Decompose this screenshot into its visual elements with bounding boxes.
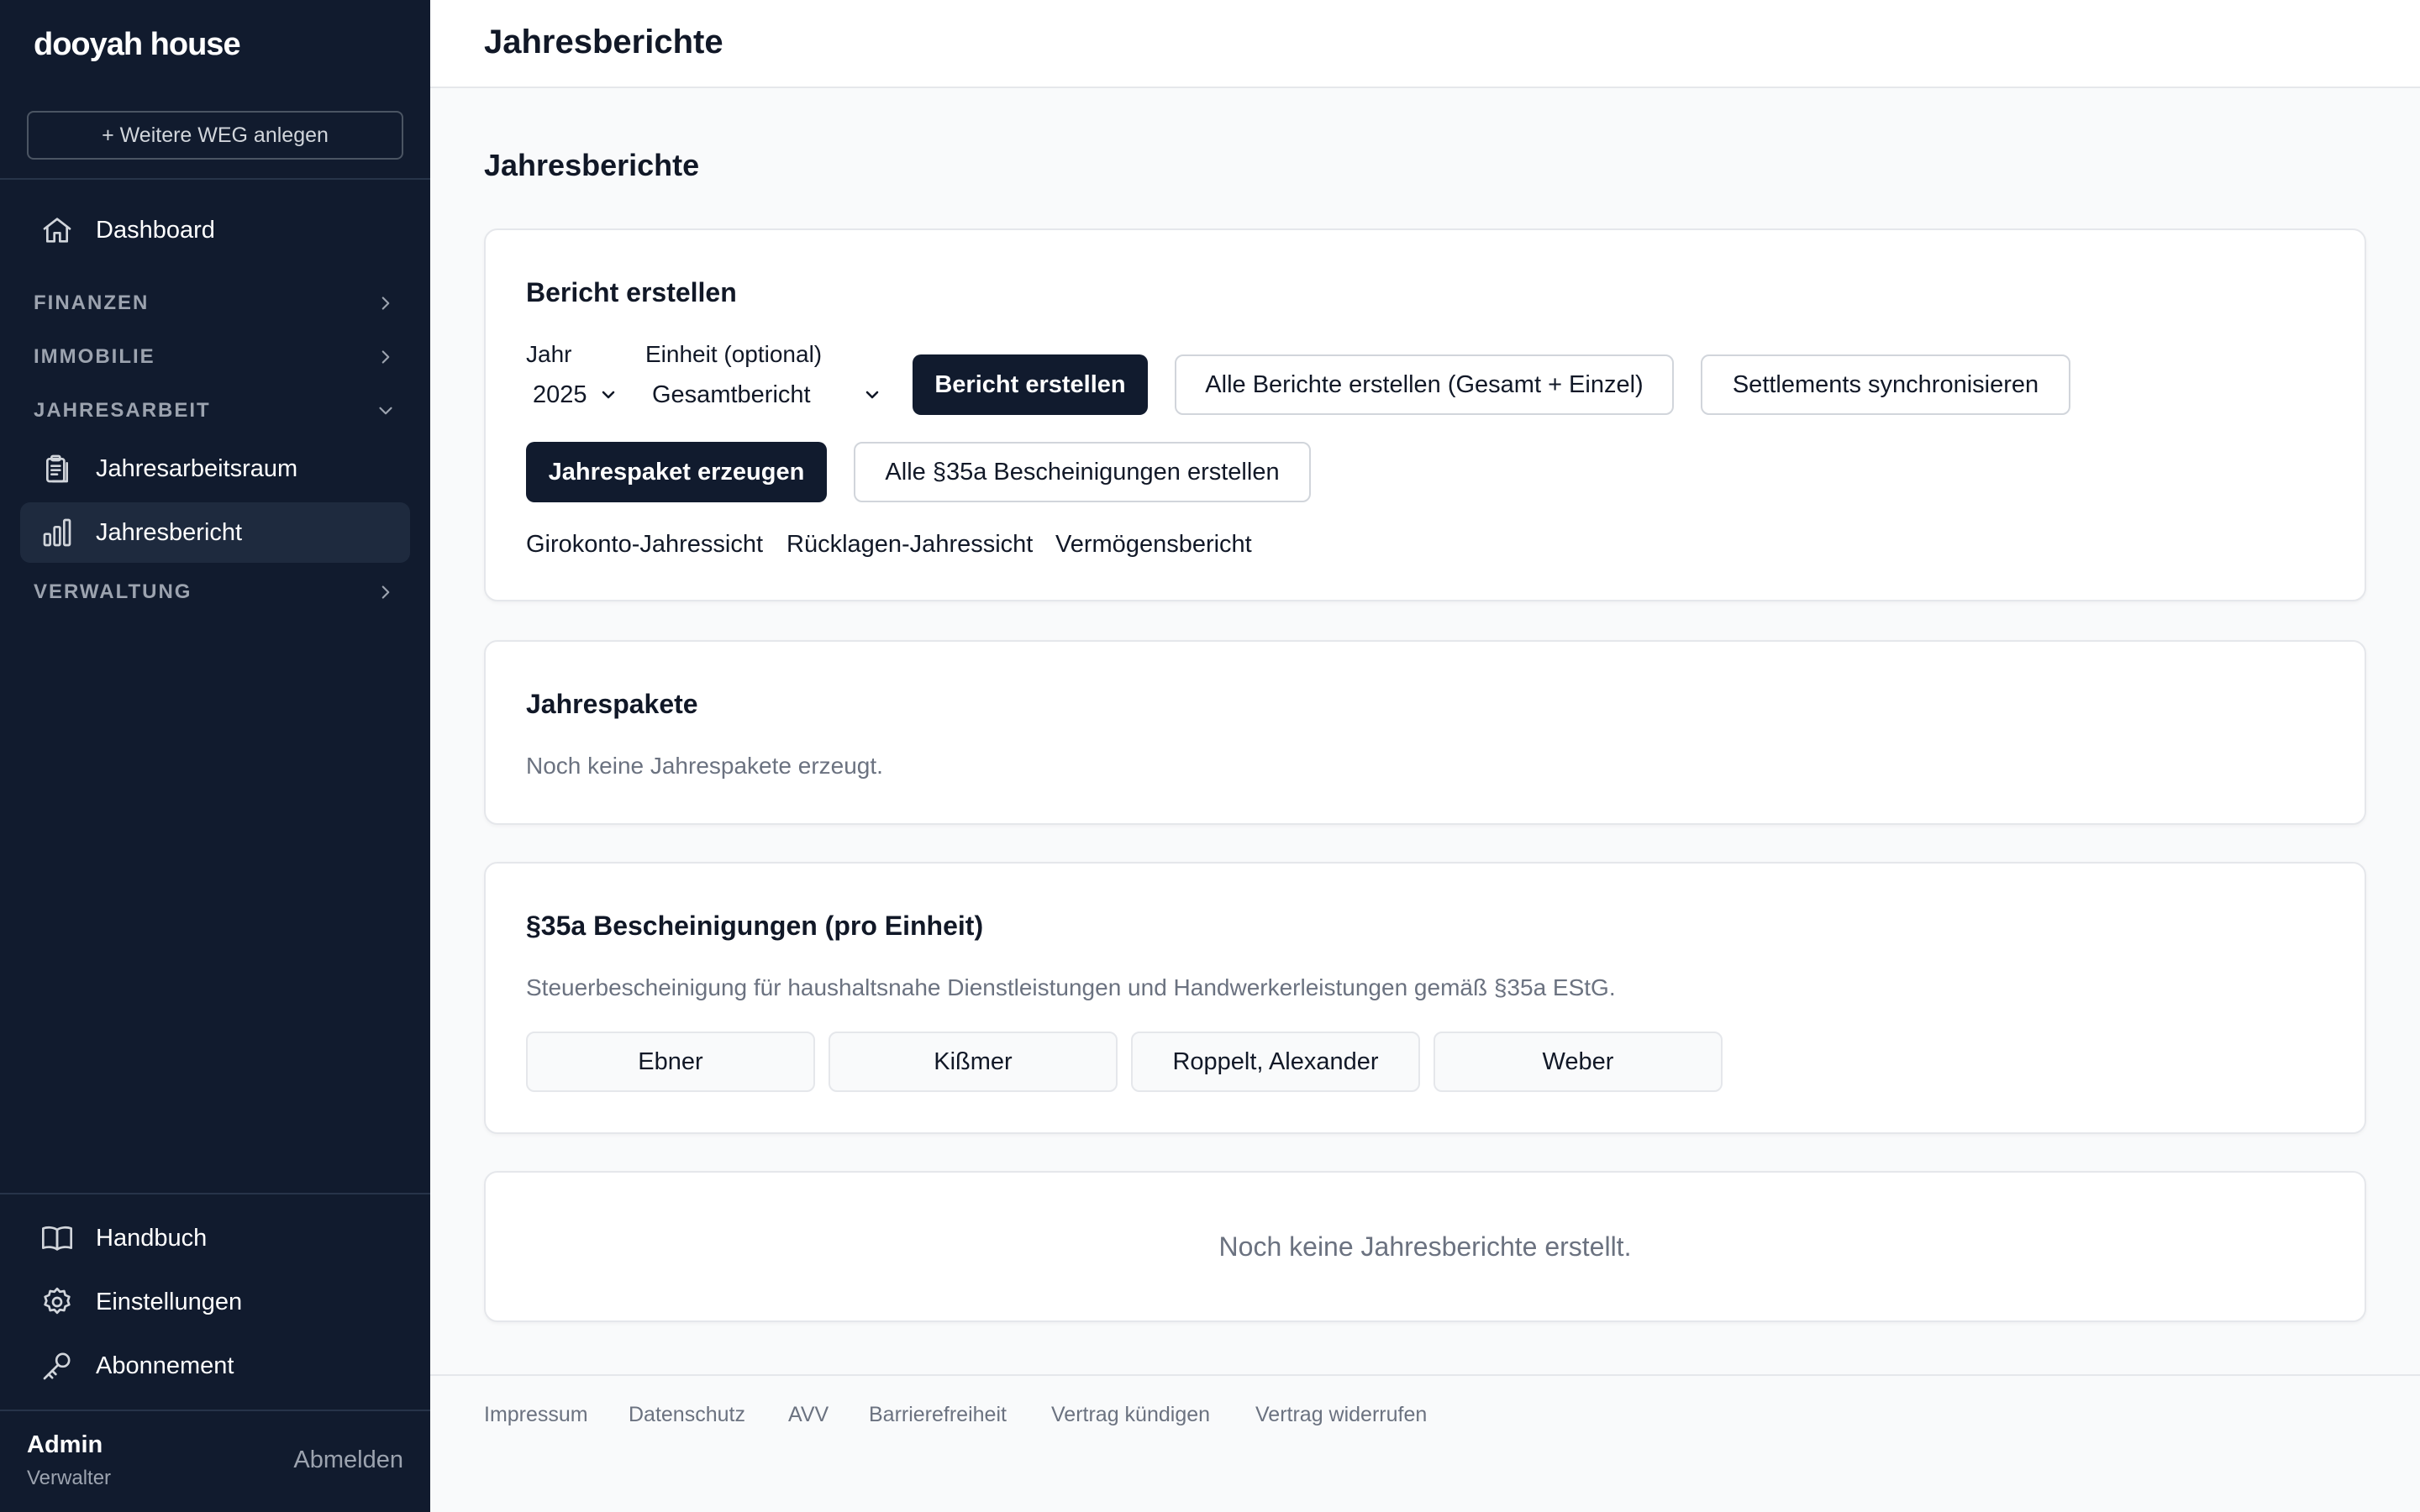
footer-link-vertrag-widerrufen[interactable]: Vertrag widerrufen xyxy=(1255,1403,1427,1427)
sidebar-item-label: Dashboard xyxy=(96,216,215,244)
brand-logo[interactable]: dooyah house xyxy=(34,27,241,63)
sidebar-section-finanzen[interactable]: FINANZEN xyxy=(34,286,397,320)
year-select[interactable]: 2025 xyxy=(526,378,623,412)
user-role: Verwalter xyxy=(27,1467,112,1489)
unit-certificate-button-roppelt[interactable]: Roppelt, Alexander xyxy=(1131,1032,1420,1092)
card-title: Jahrespakete xyxy=(526,689,698,719)
sidebar-section-immobilie[interactable]: IMMOBILIE xyxy=(34,340,397,374)
topbar-title: Jahresberichte xyxy=(484,24,723,60)
sidebar-item-label: Einstellungen xyxy=(96,1288,243,1315)
sidebar-section-verwaltung[interactable]: VERWALTUNG xyxy=(34,575,397,609)
unit-select-value: Gesamtbericht xyxy=(652,381,811,408)
card-title: §35a Bescheinigungen (pro Einheit) xyxy=(526,911,984,941)
chevron-down-icon xyxy=(379,407,392,415)
chevron-right-icon xyxy=(381,297,390,310)
sidebar-item-handbuch[interactable]: Handbuch xyxy=(20,1208,410,1268)
footer-divider xyxy=(430,1374,2420,1376)
section-label: JAHRESARBEIT xyxy=(34,399,211,422)
footer-link-barrierefreiheit[interactable]: Barrierefreiheit xyxy=(869,1403,1007,1427)
unit-label: Einheit (optional) xyxy=(645,341,823,367)
section-label: VERWALTUNG xyxy=(34,580,192,603)
unit-certificate-button-ebner[interactable]: Ebner xyxy=(526,1032,815,1092)
page-title: Jahresberichte xyxy=(484,148,700,182)
sidebar-divider xyxy=(0,1410,430,1411)
create-report-card: Bericht erstellen Jahr 2025 Einheit (opt… xyxy=(484,228,2366,601)
section-label: IMMOBILIE xyxy=(34,345,155,368)
footer-link-datenschutz[interactable]: Datenschutz xyxy=(629,1403,745,1427)
home-icon xyxy=(43,218,71,243)
sidebar-item-label: Jahresarbeitsraum xyxy=(96,454,298,482)
key-icon xyxy=(43,1352,71,1380)
card-title: Bericht erstellen xyxy=(526,277,737,307)
sidebar-divider xyxy=(0,1193,430,1194)
unit-certificate-button-kissmer[interactable]: Kißmer xyxy=(829,1032,1118,1092)
sidebar-item-label: Jahresbericht xyxy=(96,518,243,546)
unit-select[interactable]: Gesamtbericht xyxy=(645,378,887,412)
topbar: Jahresberichte xyxy=(430,0,2420,88)
sidebar: dooyah house + Weitere WEG anlegen Dashb… xyxy=(0,0,430,1512)
sidebar-item-label: Handbuch xyxy=(96,1224,208,1252)
annual-packages-card: Jahrespakete Noch keine Jahrespakete erz… xyxy=(484,640,2366,825)
create-all-reports-button[interactable]: Alle Berichte erstellen (Gesamt + Einzel… xyxy=(1175,354,1674,415)
link-vermoegensbericht[interactable]: Vermögensbericht xyxy=(1055,531,1252,559)
sidebar-item-dashboard[interactable]: Dashboard xyxy=(20,200,410,260)
link-ruecklagen-jahressicht[interactable]: Rücklagen-Jahressicht xyxy=(786,531,1033,559)
sidebar-divider xyxy=(0,178,430,180)
chevron-right-icon xyxy=(381,585,390,599)
sidebar-section-jahresarbeit[interactable]: JAHRESARBEIT xyxy=(34,394,397,428)
book-icon xyxy=(42,1226,72,1251)
add-weg-button[interactable]: + Weitere WEG anlegen xyxy=(27,111,403,160)
link-girokonto-jahressicht[interactable]: Girokonto-Jahressicht xyxy=(526,531,763,559)
footer-link-impressum[interactable]: Impressum xyxy=(484,1403,588,1427)
clipboard-icon xyxy=(46,454,68,483)
create-all-35a-certificates-button[interactable]: Alle §35a Bescheinigungen erstellen xyxy=(854,442,1311,502)
chevron-right-icon xyxy=(381,350,390,364)
logout-button[interactable]: Abmelden xyxy=(293,1446,403,1474)
footer-link-avv[interactable]: AVV xyxy=(788,1403,829,1427)
empty-state-text: Noch keine Jahrespakete erzeugt. xyxy=(526,753,883,779)
year-select-value: 2025 xyxy=(533,381,587,408)
user-name: Admin xyxy=(27,1431,103,1458)
create-annual-package-button[interactable]: Jahrespaket erzeugen xyxy=(526,442,827,502)
certificates-description: Steuerbescheinigung für haushaltsnahe Di… xyxy=(526,974,1616,1000)
chevron-down-icon xyxy=(602,391,615,399)
sidebar-item-jahresbericht[interactable]: Jahresbericht xyxy=(20,502,410,563)
footer-link-vertrag-kuendigen[interactable]: Vertrag kündigen xyxy=(1051,1403,1210,1427)
sidebar-item-jahresarbeitsraum[interactable]: Jahresarbeitsraum xyxy=(20,438,410,499)
gear-icon xyxy=(44,1287,71,1315)
certificates-35a-card: §35a Bescheinigungen (pro Einheit) Steue… xyxy=(484,862,2366,1134)
chevron-down-icon xyxy=(865,391,879,399)
unit-certificate-button-weber[interactable]: Weber xyxy=(1434,1032,1723,1092)
sidebar-item-einstellungen[interactable]: Einstellungen xyxy=(20,1272,410,1332)
sidebar-item-label: Abonnement xyxy=(96,1352,234,1379)
section-label: FINANZEN xyxy=(34,291,150,314)
year-label: Jahr xyxy=(526,341,572,367)
sidebar-item-abonnement[interactable]: Abonnement xyxy=(20,1336,410,1396)
sync-settlements-button[interactable]: Settlements synchronisieren xyxy=(1701,354,2070,415)
empty-state-text: Noch keine Jahresberichte erstellt. xyxy=(1218,1231,1632,1262)
create-report-button[interactable]: Bericht erstellen xyxy=(913,354,1148,415)
bar-chart-icon xyxy=(43,518,71,547)
annual-reports-list-card: Noch keine Jahresberichte erstellt. xyxy=(484,1171,2366,1322)
